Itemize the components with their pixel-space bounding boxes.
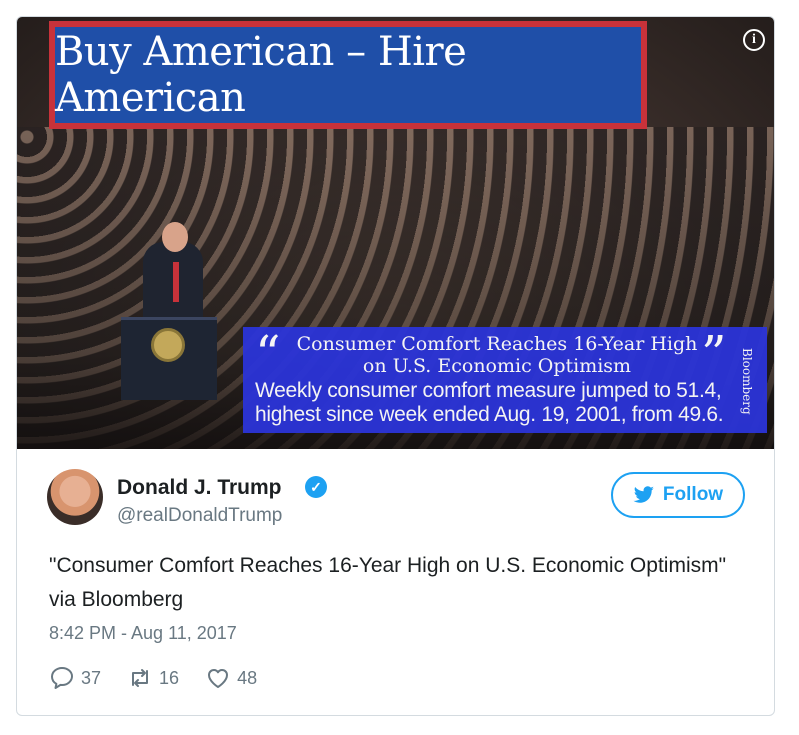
quote-body: Weekly consumer comfort measure jumped t… bbox=[255, 379, 724, 426]
follow-button[interactable]: Follow bbox=[611, 472, 745, 518]
quote-overlay: “ Consumer Comfort Reaches 16-Year High … bbox=[243, 327, 767, 433]
reply-icon bbox=[51, 667, 73, 689]
tweet-timestamp[interactable]: 8:42 PM - Aug 11, 2017 bbox=[49, 623, 237, 644]
rally-banner: Buy American – Hire American bbox=[49, 21, 647, 129]
close-quote-icon: ” bbox=[701, 325, 727, 383]
banner-text: Buy American – Hire American bbox=[55, 29, 467, 121]
presidential-seal-icon bbox=[151, 328, 185, 362]
like-button[interactable]: 48 bbox=[205, 665, 257, 691]
like-count: 48 bbox=[237, 667, 258, 688]
heart-icon bbox=[208, 669, 229, 688]
author-display-name[interactable]: Donald J. Trump bbox=[117, 476, 282, 500]
tweet-actions: 37 16 48 bbox=[49, 665, 257, 691]
twitter-bird-icon bbox=[633, 486, 654, 503]
follow-label: Follow bbox=[662, 484, 724, 505]
reply-count: 37 bbox=[81, 667, 102, 688]
tweet-card[interactable]: Buy American – Hire American i “ Consume… bbox=[16, 16, 775, 716]
reply-button[interactable]: 37 bbox=[49, 665, 101, 691]
open-quote-icon: “ bbox=[255, 325, 281, 383]
avatar[interactable] bbox=[47, 469, 103, 525]
podium bbox=[121, 317, 217, 400]
quote-headline: Consumer Comfort Reaches 16-Year High on… bbox=[296, 333, 698, 377]
author-handle[interactable]: @realDonaldTrump bbox=[117, 505, 282, 527]
info-icon[interactable]: i bbox=[743, 29, 765, 51]
retweet-icon bbox=[132, 669, 149, 687]
retweet-button[interactable]: 16 bbox=[127, 665, 179, 691]
tweet-media-image[interactable]: Buy American – Hire American i “ Consume… bbox=[17, 17, 774, 449]
verified-badge-icon: ✓ bbox=[305, 476, 327, 498]
retweet-count: 16 bbox=[159, 667, 180, 688]
tweet-text: "Consumer Comfort Reaches 16-Year High o… bbox=[49, 554, 727, 611]
